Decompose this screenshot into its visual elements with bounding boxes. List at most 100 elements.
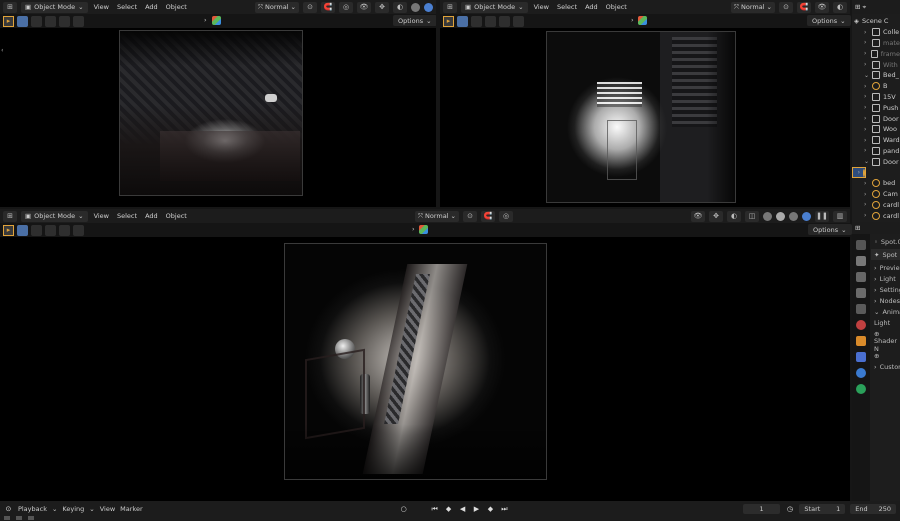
collapse-arrow-icon[interactable]: › (631, 16, 634, 24)
chevron-right-icon[interactable]: › (858, 169, 860, 176)
scene-tab-icon[interactable] (856, 304, 866, 314)
chevron-right-icon[interactable]: › (864, 39, 869, 46)
object-gizmo-icon[interactable] (419, 225, 428, 234)
select-tool-icon[interactable]: ▸ (3, 224, 14, 236)
play-icon[interactable]: ▶ (472, 505, 481, 514)
select-tool-icon[interactable]: ▸ (443, 15, 454, 27)
outliner-row[interactable]: › Ward (852, 135, 900, 146)
outliner-row[interactable]: › pand (852, 146, 900, 157)
options-dropdown[interactable]: Options ⌄ (807, 15, 851, 26)
transform-orientation-dropdown[interactable]: ⤧ Normal ⌄ (730, 1, 775, 13)
chevron-right-icon[interactable]: › (864, 29, 869, 36)
menu-view[interactable]: View (92, 3, 111, 11)
chevron-right-icon[interactable]: › (864, 115, 869, 122)
outliner-row[interactable]: › With (852, 59, 900, 70)
chevron-right-icon[interactable]: › (864, 83, 869, 90)
visibility-icon[interactable]: 👁 (691, 210, 705, 222)
jump-end-icon[interactable]: ⏭ (500, 505, 509, 514)
select-new-icon[interactable] (457, 15, 468, 27)
snap-icon[interactable]: 🧲 (797, 1, 811, 13)
select-intersect-icon[interactable] (73, 224, 84, 236)
current-frame-field[interactable]: 1 (742, 504, 781, 514)
pivot-icon[interactable]: ⊙ (303, 1, 317, 13)
editor-type-icon[interactable]: ⊞ (855, 3, 860, 11)
properties-section-header[interactable]: ›Settings (871, 284, 900, 295)
select-tool-icon[interactable]: ▸ (3, 15, 14, 27)
outliner-row[interactable]: › Woo (852, 124, 900, 135)
jump-keyframe-forward-icon[interactable]: ◆ (486, 505, 495, 514)
select-subtract-icon[interactable] (485, 15, 496, 27)
proportional-edit-icon[interactable]: ◎ (499, 210, 513, 222)
outliner-row[interactable]: ⌄ Bed_ (852, 70, 900, 81)
overlay-icon[interactable]: ◐ (833, 1, 847, 13)
xray-icon[interactable]: ◫ (745, 210, 759, 222)
wireframe-shading-icon[interactable] (763, 211, 772, 221)
select-intersect-icon[interactable] (73, 15, 84, 27)
light-data-tab-icon[interactable] (856, 384, 866, 394)
outliner-row[interactable]: › cardl (852, 210, 900, 221)
select-intersect-icon[interactable] (513, 15, 524, 27)
outliner-row[interactable]: › frame (852, 48, 900, 59)
chevron-down-icon[interactable]: ⌄ (864, 72, 869, 79)
modifier-tab-icon[interactable] (856, 352, 866, 362)
world-tab-icon[interactable] (856, 320, 866, 330)
viewport-top-left[interactable]: ‹ (0, 28, 436, 207)
menu-select[interactable]: Select (115, 212, 139, 220)
solid-shading-icon[interactable] (776, 211, 785, 221)
outliner-row[interactable]: › 15V (852, 92, 900, 103)
toggle-sidebar-icon[interactable]: ▥ (833, 210, 847, 222)
select-extend-icon[interactable] (31, 15, 42, 27)
visibility-icon[interactable]: 👁 (357, 1, 371, 13)
properties-section-header[interactable]: › Light (871, 273, 900, 284)
snap-icon[interactable]: 🧲 (481, 210, 495, 222)
mode-selector[interactable]: ▣ Object Mode ⌄ (21, 210, 88, 222)
select-extend-icon[interactable] (471, 15, 482, 27)
menu-select[interactable]: Select (555, 3, 579, 11)
outliner-scene-row[interactable]: ◈ Scene C (852, 16, 900, 27)
chevron-down-icon[interactable]: ⌄ (864, 158, 869, 165)
menu-marker[interactable]: Marker (120, 505, 142, 513)
proportional-edit-icon[interactable]: ◎ (339, 1, 353, 13)
outliner-row[interactable]: › cardl (852, 200, 900, 211)
chevron-right-icon[interactable]: › (864, 61, 869, 68)
mode-selector[interactable]: ▣ Object Mode ⌄ (21, 1, 88, 13)
select-difference-icon[interactable] (59, 15, 70, 27)
properties-section-header[interactable]: ›Preview (871, 262, 900, 273)
menu-view[interactable]: View (92, 212, 111, 220)
menu-keying[interactable]: Keying (62, 505, 84, 513)
viewport-bottom[interactable] (0, 237, 850, 501)
outliner-row[interactable]: › Door (852, 113, 900, 124)
menu-view[interactable]: View (532, 3, 551, 11)
menu-add[interactable]: Add (583, 3, 600, 11)
filter-icon[interactable]: ⌖ (862, 3, 866, 12)
view-layer-tab-icon[interactable] (856, 288, 866, 298)
rendered-shading-icon[interactable] (802, 211, 811, 221)
outliner-row[interactable]: › B (852, 81, 900, 92)
menu-view[interactable]: View (100, 505, 115, 513)
chevron-right-icon[interactable]: › (864, 50, 868, 57)
outliner-row[interactable]: › Cam (852, 189, 900, 200)
rendered-shading-icon[interactable] (424, 2, 433, 12)
chevron-right-icon[interactable]: › (864, 104, 869, 111)
editor-type-icon[interactable]: ⊞ (855, 224, 860, 232)
outliner-row[interactable]: ⌄ Door (852, 156, 900, 167)
object-gizmo-icon[interactable] (212, 16, 221, 25)
properties-section-header[interactable]: ⌄Animatio (871, 306, 900, 317)
jump-start-icon[interactable]: ⏮ (430, 505, 439, 514)
editor-type-icon[interactable]: ⊞ (3, 210, 17, 222)
object-tab-icon[interactable] (856, 336, 866, 346)
properties-section-header[interactable]: › Nodes (871, 295, 900, 306)
transform-orientation-dropdown[interactable]: ⤧ Normal ⌄ (254, 1, 299, 13)
editor-type-icon[interactable]: ⊞ (443, 1, 457, 13)
outliner-row[interactable]: ›S (852, 167, 866, 178)
outliner-row[interactable]: › mate (852, 38, 900, 49)
overlay-icon[interactable]: ◐ (727, 210, 741, 222)
chevron-right-icon[interactable]: › (864, 191, 869, 198)
wireframe-shading-icon[interactable] (411, 2, 420, 12)
record-icon[interactable]: ○ (399, 505, 408, 514)
menu-add[interactable]: Add (143, 212, 160, 220)
outliner-row[interactable]: › bed (852, 178, 900, 189)
chevron-right-icon[interactable]: › (864, 137, 869, 144)
end-frame-field[interactable]: End 250 (850, 504, 897, 514)
physics-tab-icon[interactable] (856, 368, 866, 378)
